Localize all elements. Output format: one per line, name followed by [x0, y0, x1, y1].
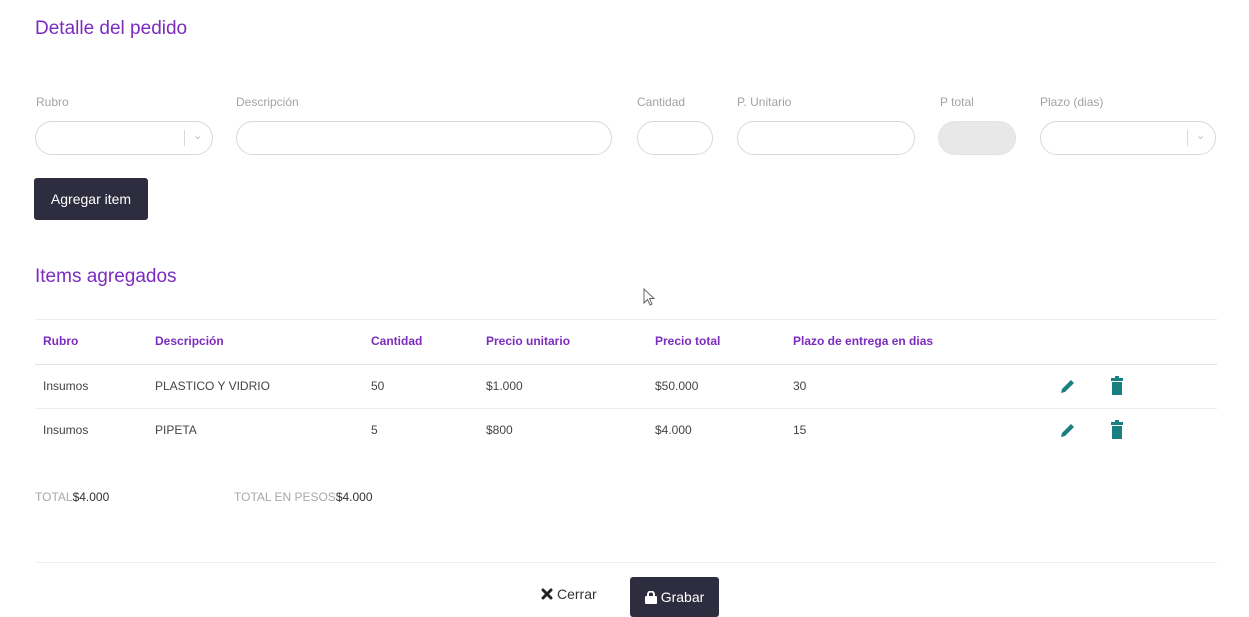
descripcion-input[interactable]	[236, 121, 612, 155]
cell-plazo: 15	[793, 423, 807, 437]
cell-descripcion: PLASTICO Y VIDRIO	[155, 379, 270, 393]
cell-precio-unitario: $800	[486, 423, 513, 437]
plazo-label: Plazo (dias)	[1040, 95, 1104, 109]
cell-cantidad: 5	[371, 423, 378, 437]
cell-precio-unitario: $1.000	[486, 379, 523, 393]
cantidad-input[interactable]	[637, 121, 713, 155]
total-pesos-value: $4.000	[335, 490, 373, 504]
header-precio-total: Precio total	[655, 334, 721, 348]
select-separator	[184, 130, 185, 146]
plazo-select[interactable]: ⌄	[1040, 121, 1216, 155]
add-item-button[interactable]: Agregar item	[34, 178, 148, 220]
close-button[interactable]: Cerrar	[541, 586, 597, 602]
unitario-label: P. Unitario	[737, 95, 792, 109]
table-top-divider	[35, 319, 1217, 320]
unitario-input[interactable]	[737, 121, 915, 155]
rubro-label: Rubro	[36, 95, 69, 109]
cell-precio-total: $50.000	[655, 379, 699, 393]
cell-precio-total: $4.000	[655, 423, 692, 437]
total-summary: TOTAL$4.000	[35, 490, 109, 504]
edit-icon[interactable]	[1059, 421, 1077, 439]
save-label: Grabar	[660, 589, 705, 605]
cell-plazo: 30	[793, 379, 807, 393]
cell-descripcion: PIPETA	[155, 423, 197, 437]
cell-cantidad: 50	[371, 379, 385, 393]
total-input	[938, 121, 1016, 155]
table-row: Insumos PIPETA 5 $800 $4.000 15	[35, 409, 1217, 452]
trash-icon[interactable]	[1110, 376, 1124, 396]
trash-icon[interactable]	[1110, 420, 1124, 440]
cantidad-label: Cantidad	[637, 95, 686, 109]
header-precio-unitario: Precio unitario	[486, 334, 571, 348]
total-label: P total	[940, 95, 974, 109]
footer-divider	[35, 562, 1217, 563]
header-cantidad: Cantidad	[371, 334, 423, 348]
total-pesos-summary: TOTAL EN PESOS$4.000	[234, 490, 373, 504]
total-label: TOTAL	[35, 490, 73, 504]
lock-icon	[644, 590, 657, 604]
mouse-cursor-icon	[643, 288, 656, 306]
total-pesos-label: TOTAL EN PESOS	[234, 490, 336, 504]
rubro-select[interactable]: ⌄	[35, 121, 213, 155]
edit-icon[interactable]	[1059, 377, 1077, 395]
header-rubro: Rubro	[43, 334, 79, 348]
cell-rubro: Insumos	[43, 423, 89, 437]
save-button[interactable]: Grabar	[630, 577, 719, 617]
cell-rubro: Insumos	[43, 379, 89, 393]
chevron-down-icon: ⌄	[1196, 130, 1206, 142]
select-separator	[1187, 130, 1188, 146]
header-descripcion: Descripción	[155, 334, 224, 348]
descripcion-label: Descripción	[236, 95, 299, 109]
chevron-down-icon: ⌄	[193, 130, 203, 142]
total-value: $4.000	[72, 490, 110, 504]
page-title: Detalle del pedido	[35, 18, 188, 39]
close-icon	[541, 588, 553, 600]
header-plazo: Plazo de entrega en dias	[793, 334, 934, 348]
table-row: Insumos PLASTICO Y VIDRIO 50 $1.000 $50.…	[35, 365, 1217, 408]
close-label: Cerrar	[557, 586, 597, 602]
items-title: Items agregados	[35, 266, 177, 287]
